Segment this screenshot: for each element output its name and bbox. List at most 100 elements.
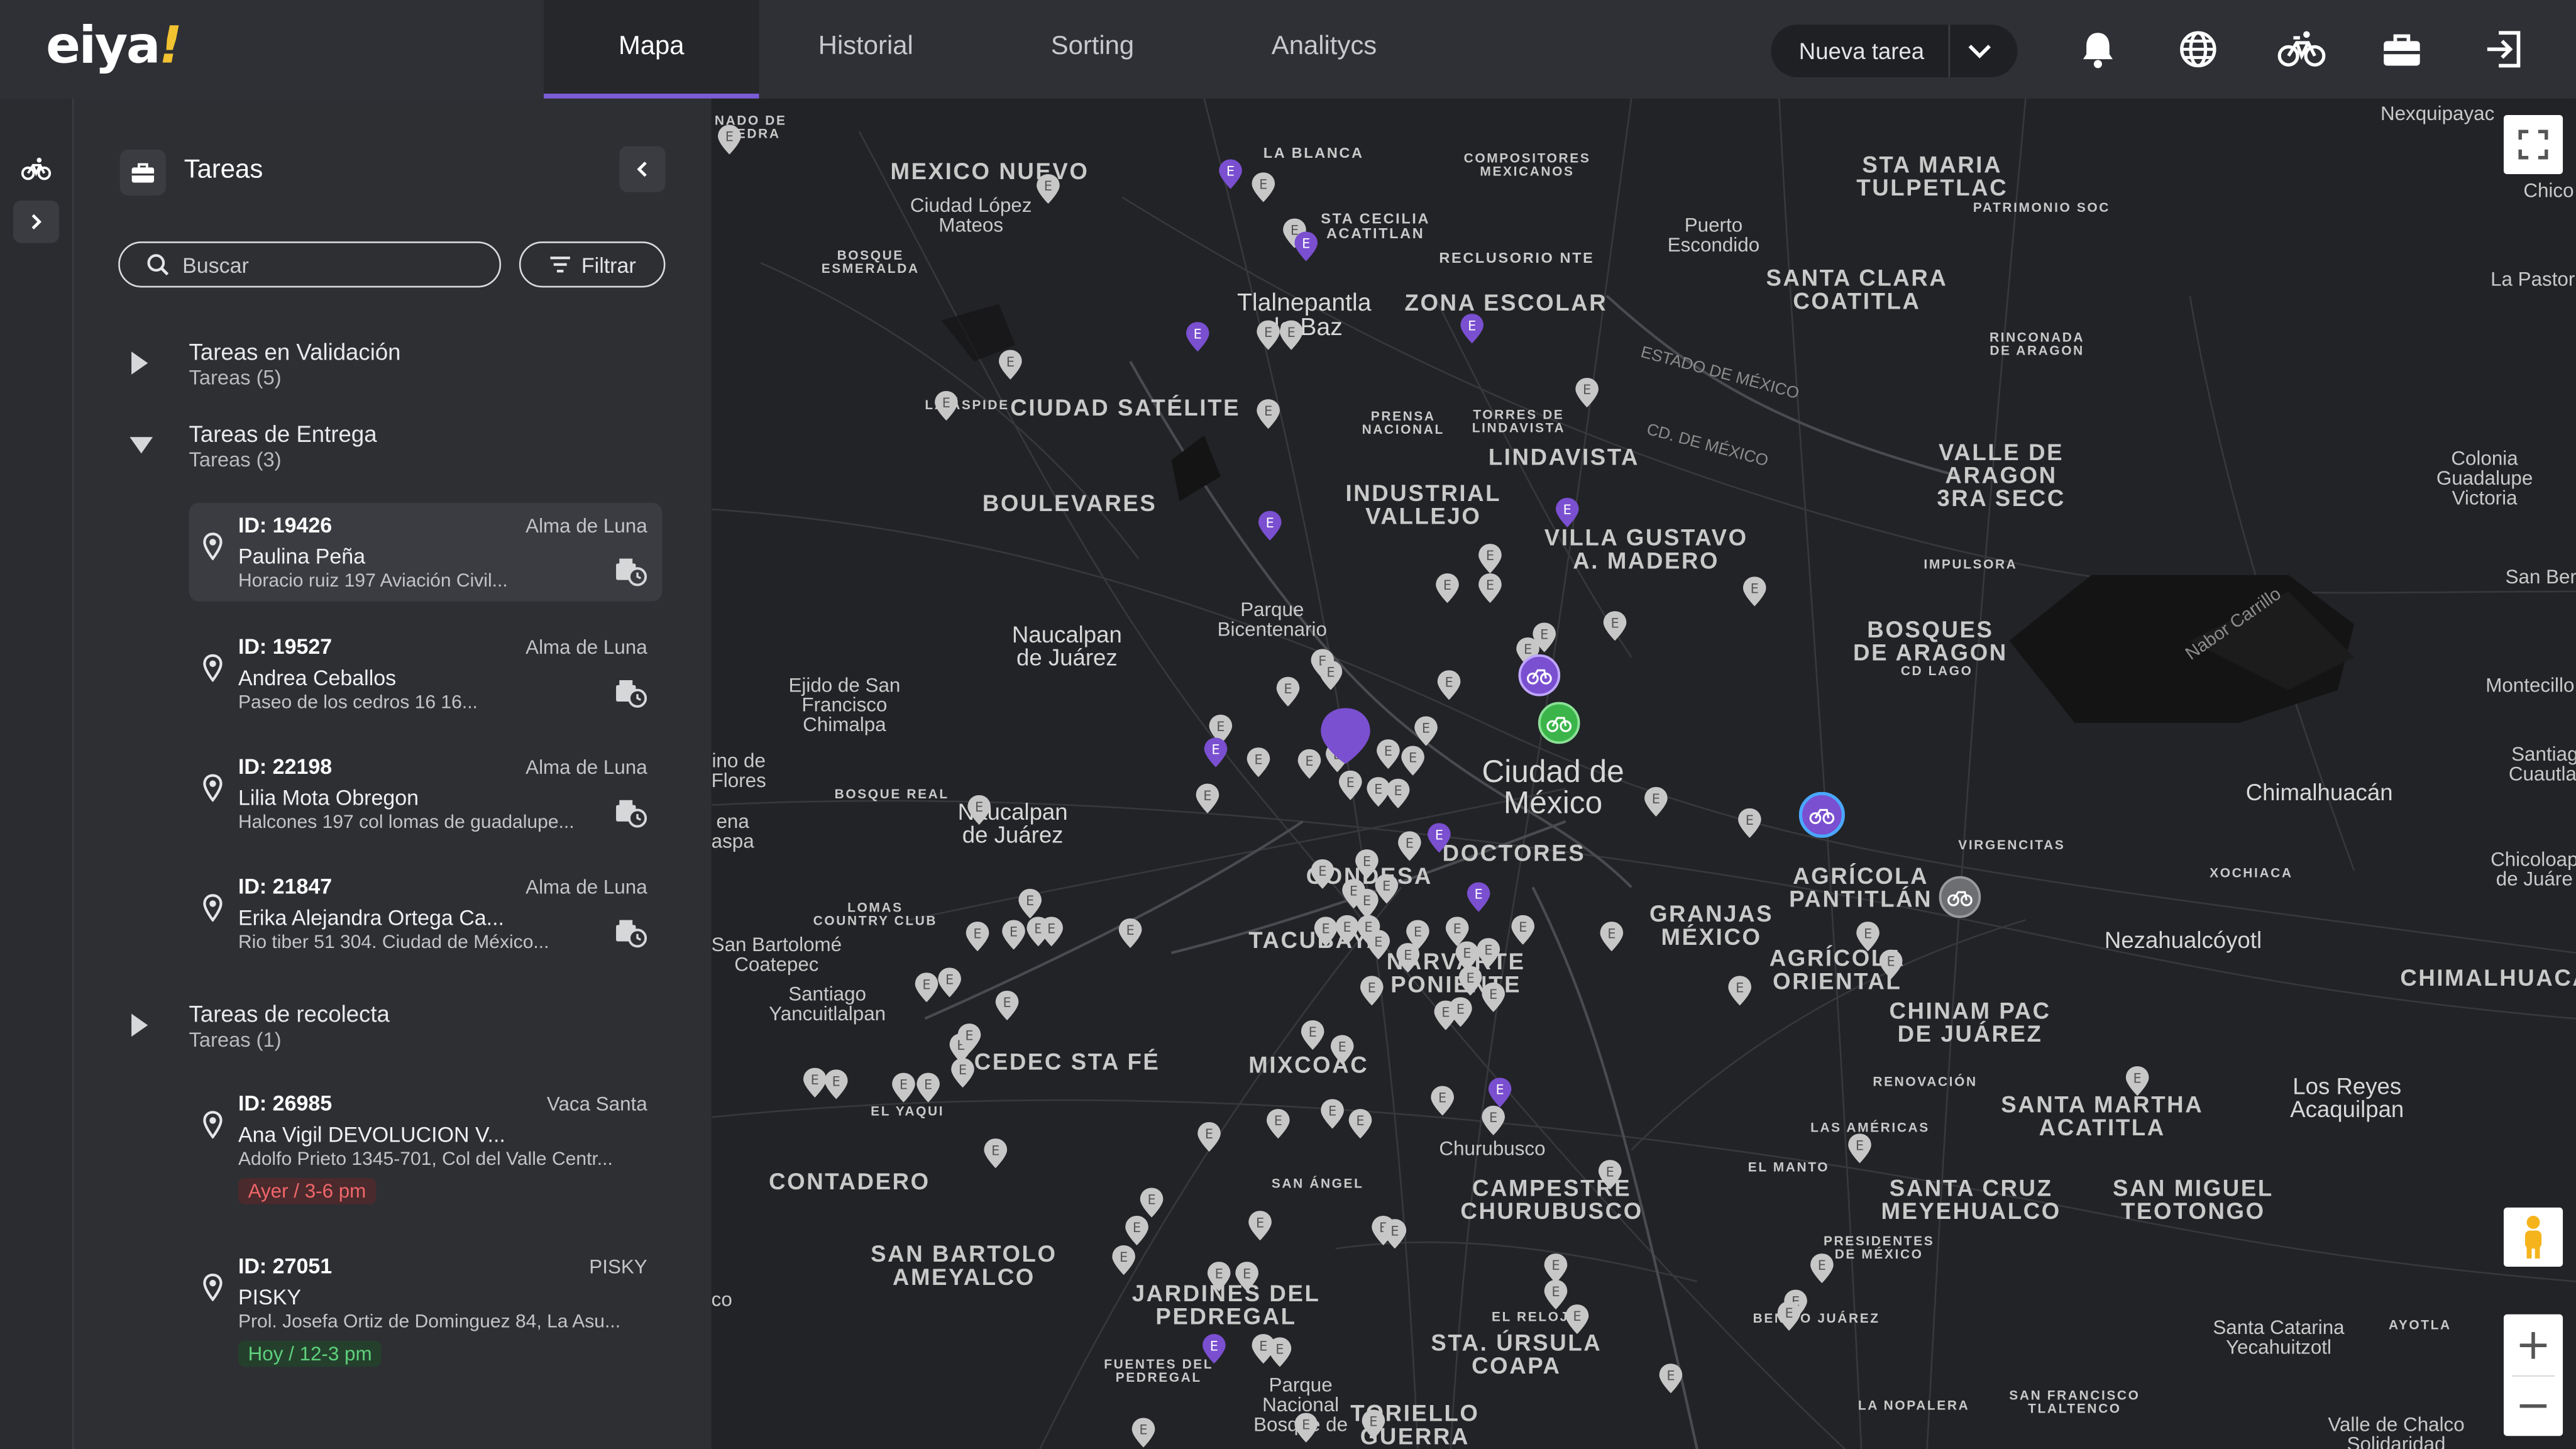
- task-pin-gray[interactable]: E: [1365, 776, 1392, 808]
- task-pin-purple[interactable]: E: [1203, 736, 1229, 769]
- task-pin-gray[interactable]: E: [2124, 1065, 2150, 1098]
- task-pin-gray[interactable]: E: [823, 1068, 849, 1101]
- task-pin-gray[interactable]: E: [1855, 920, 1881, 953]
- task-pin-purple[interactable]: E: [1459, 312, 1485, 345]
- task-pin-gray[interactable]: E: [950, 1056, 976, 1089]
- task-pin-purple[interactable]: E: [1426, 822, 1453, 854]
- new-task-dropdown[interactable]: Nueva tarea: [1771, 25, 2018, 77]
- task-pin-gray[interactable]: E: [1318, 659, 1344, 691]
- search-input[interactable]: [182, 252, 462, 277]
- chevron-down-icon[interactable]: [1965, 36, 1995, 65]
- collapse-panel-button[interactable]: [619, 146, 666, 192]
- task-pin-gray[interactable]: E: [1337, 769, 1363, 802]
- task-pin-gray[interactable]: E: [1358, 974, 1385, 1007]
- task-pin-gray[interactable]: E: [913, 971, 940, 1004]
- task-pin-gray[interactable]: E: [1429, 1084, 1456, 1117]
- task-pin-gray[interactable]: E: [1234, 1260, 1260, 1293]
- tab-historial[interactable]: Historial: [759, 0, 972, 96]
- task-card-19527[interactable]: ID: 19527 Alma de Luna Andrea Ceballos P…: [189, 624, 663, 723]
- task-pin-gray[interactable]: E: [1319, 1098, 1346, 1130]
- task-pin-gray[interactable]: E: [1741, 575, 1768, 608]
- task-pin-gray[interactable]: E: [1808, 1252, 1835, 1284]
- task-pin-gray[interactable]: E: [1194, 782, 1221, 815]
- selected-task-marker[interactable]: [1319, 707, 1372, 766]
- task-pin-gray[interactable]: E: [1847, 1132, 1873, 1165]
- task-pin-gray[interactable]: E: [1643, 785, 1670, 818]
- task-card-26985[interactable]: ID: 26985 Vaca Santa Ana Vigil DEVOLUCIO…: [189, 1081, 663, 1220]
- task-pin-gray[interactable]: E: [956, 1022, 983, 1055]
- zoom-in-button[interactable]: +: [2504, 1314, 2563, 1375]
- task-pin-gray[interactable]: E: [983, 1137, 1009, 1170]
- task-pin-purple[interactable]: E: [1218, 158, 1244, 190]
- task-pin-gray[interactable]: E: [1124, 1214, 1150, 1247]
- task-pin-gray[interactable]: E: [1405, 918, 1431, 951]
- task-pin-gray[interactable]: E: [1265, 1107, 1291, 1140]
- task-card-19426[interactable]: ID: 19426 Alma de Luna Paulina Peña Hora…: [189, 502, 663, 602]
- task-pin-gray[interactable]: E: [1035, 172, 1062, 205]
- logout-icon[interactable]: [2482, 28, 2525, 70]
- task-pin-purple[interactable]: E: [1201, 1333, 1227, 1365]
- task-pin-gray[interactable]: E: [964, 920, 991, 953]
- scheduled-store-icon[interactable]: [614, 678, 647, 708]
- task-pin-gray[interactable]: E: [966, 793, 993, 826]
- task-pin-gray[interactable]: E: [997, 348, 1023, 381]
- task-pin-gray[interactable]: E: [1255, 319, 1282, 351]
- task-pin-gray[interactable]: E: [933, 389, 959, 422]
- task-pin-gray[interactable]: E: [1457, 964, 1483, 997]
- briefcase-icon[interactable]: [2381, 28, 2423, 70]
- task-pin-purple[interactable]: E: [1465, 881, 1492, 913]
- task-pin-gray[interactable]: E: [1436, 669, 1462, 702]
- street-view-button[interactable]: [2503, 1207, 2563, 1267]
- task-pin-gray[interactable]: E: [1275, 675, 1301, 708]
- task-pin-gray[interactable]: E: [1434, 571, 1461, 604]
- task-pin-gray[interactable]: E: [1038, 915, 1065, 948]
- expand-triangle-icon[interactable]: [128, 1012, 151, 1039]
- task-pin-gray[interactable]: E: [1360, 1408, 1387, 1441]
- task-pin-purple[interactable]: E: [1293, 230, 1319, 263]
- task-pin-gray[interactable]: E: [1245, 746, 1272, 779]
- task-pin-gray[interactable]: E: [1117, 917, 1143, 949]
- task-pin-gray[interactable]: E: [1477, 542, 1504, 575]
- tab-analitycs[interactable]: Analitycs: [1213, 0, 1436, 96]
- task-pin-purple[interactable]: E: [1487, 1076, 1513, 1109]
- task-pin-gray[interactable]: E: [1278, 319, 1304, 351]
- rider-marker-green[interactable]: [1538, 702, 1580, 744]
- task-pin-gray[interactable]: E: [1293, 1411, 1319, 1444]
- task-pin-gray[interactable]: E: [1299, 1018, 1326, 1051]
- task-pin-gray[interactable]: E: [1309, 857, 1336, 890]
- task-pin-gray[interactable]: E: [1597, 1159, 1623, 1191]
- globe-icon[interactable]: [2177, 28, 2220, 70]
- tab-sorting[interactable]: Sorting: [972, 0, 1213, 96]
- expand-triangle-icon[interactable]: [128, 350, 151, 377]
- filter-button[interactable]: Filtrar: [519, 241, 666, 288]
- task-pin-gray[interactable]: E: [1400, 744, 1426, 777]
- task-pin-gray[interactable]: E: [1574, 376, 1600, 409]
- task-pin-gray[interactable]: E: [1267, 1336, 1293, 1369]
- task-pin-gray[interactable]: E: [1602, 610, 1628, 642]
- task-pin-purple[interactable]: E: [1554, 496, 1580, 529]
- task-pin-gray[interactable]: E: [1375, 737, 1401, 770]
- task-pin-gray[interactable]: E: [1206, 1260, 1232, 1293]
- search-box[interactable]: [118, 241, 502, 288]
- task-pin-gray[interactable]: E: [1329, 1033, 1355, 1066]
- task-pin-gray[interactable]: E: [1480, 981, 1507, 1013]
- task-pin-gray[interactable]: E: [891, 1071, 917, 1104]
- riders-toggle-button[interactable]: [13, 148, 59, 190]
- task-pin-gray[interactable]: E: [1250, 171, 1277, 204]
- eiya-logo[interactable]: eiya!: [46, 16, 182, 75]
- task-pin-purple[interactable]: E: [1257, 509, 1283, 542]
- task-pin-gray[interactable]: E: [1477, 571, 1504, 604]
- task-pin-gray[interactable]: E: [937, 966, 963, 999]
- bicycle-icon[interactable]: [2277, 28, 2326, 70]
- task-pin-gray[interactable]: E: [1111, 1243, 1137, 1276]
- task-pin-gray[interactable]: E: [1878, 948, 1904, 981]
- task-pin-gray[interactable]: E: [1396, 830, 1423, 862]
- scheduled-store-icon[interactable]: [614, 557, 647, 587]
- task-card-22198[interactable]: ID: 22198 Alma de Luna Lilia Mota Obrego…: [189, 744, 663, 843]
- scheduled-store-icon[interactable]: [614, 918, 647, 948]
- tab-mapa[interactable]: Mapa: [544, 0, 759, 99]
- task-pin-gray[interactable]: E: [1658, 1362, 1684, 1395]
- expand-panel-button[interactable]: [13, 200, 60, 243]
- rider-marker-gray[interactable]: [1939, 876, 1981, 918]
- task-pin-gray[interactable]: E: [1413, 715, 1439, 747]
